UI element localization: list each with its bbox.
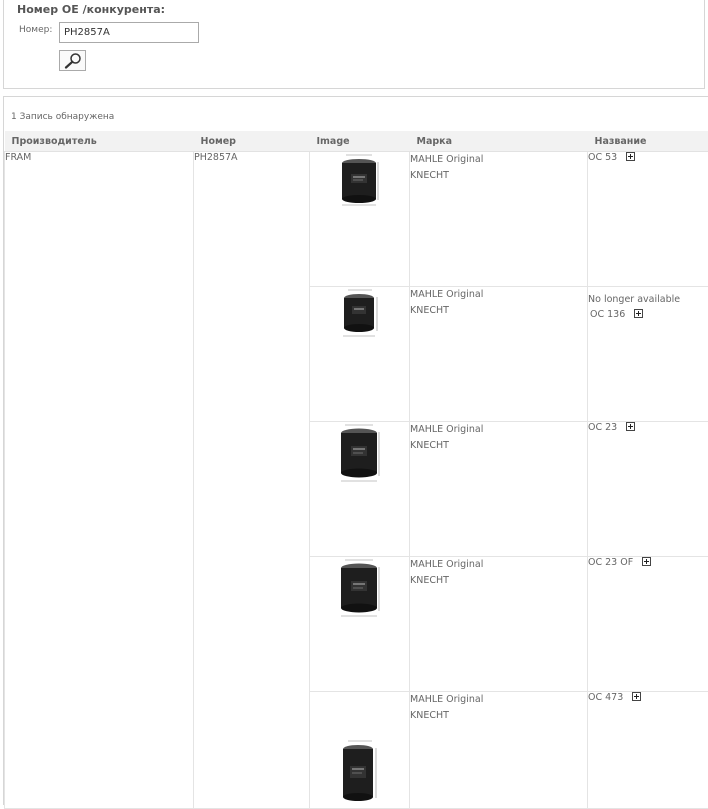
oil-filter-icon [337,557,383,619]
header-number: Номер [194,131,310,152]
brand-cell: MAHLE Original KNECHT [410,422,588,557]
product-image-cell[interactable] [310,152,410,287]
plus-box-icon[interactable] [642,557,651,566]
header-brand: Марка [410,131,588,152]
brand-cell: MAHLE Original KNECHT [410,152,588,287]
results-count: 1 Запись обнаружена [11,112,114,122]
brand-name: MAHLE Original [410,289,483,300]
plus-box-icon[interactable] [626,422,635,431]
oil-filter-icon [340,287,380,339]
number-label: Номер: [19,25,52,35]
plus-box-icon[interactable] [626,152,635,161]
table-row: FRAM PH2857A MAHLE Original [5,152,708,287]
brand-name: MAHLE Original [410,694,483,705]
header-manufacturer: Производитель [5,131,194,152]
brand-sub: KNECHT [410,305,449,316]
product-image-cell[interactable] [310,692,410,809]
number-input[interactable] [59,22,199,43]
brand-cell: MAHLE Original KNECHT [410,557,588,692]
results-table: Производитель Номер Image Марка Название… [4,131,708,809]
name-cell: OC 23 OF [588,557,708,692]
number-cell: PH2857A [194,152,310,809]
header-row: Производитель Номер Image Марка Название [5,131,708,152]
plus-box-icon[interactable] [632,692,641,701]
name-cell: OC 23 [588,422,708,557]
oil-filter-icon [337,422,383,484]
search-panel: Номер ОЕ /конкурента: Номер: [3,0,705,89]
manufacturer-cell: FRAM [5,152,194,809]
name-cell: OC 473 [588,692,708,809]
brand-sub: KNECHT [410,710,449,721]
brand-cell: MAHLE Original KNECHT [410,287,588,422]
product-image-cell[interactable] [310,557,410,692]
brand-cell: MAHLE Original KNECHT [410,692,588,809]
availability-note: No longer available [588,294,708,305]
brand-sub: KNECHT [410,440,449,451]
name-cell: OC 53 [588,152,708,287]
brand-sub: KNECHT [410,170,449,181]
plus-box-icon[interactable] [634,309,643,318]
product-code[interactable]: OC 473 [588,692,623,703]
product-code[interactable]: OC 23 OF [588,557,633,568]
product-code[interactable]: OC 23 [588,422,617,433]
product-code[interactable]: OC 136 [590,309,625,320]
product-code[interactable]: OC 53 [588,152,617,163]
brand-name: MAHLE Original [410,424,483,435]
header-name: Название [588,131,708,152]
product-image-cell[interactable] [310,287,410,422]
search-button[interactable] [59,50,86,71]
search-title: Номер ОЕ /конкурента: [17,3,165,16]
brand-sub: KNECHT [410,575,449,586]
header-image: Image [310,131,410,152]
brand-name: MAHLE Original [410,154,483,165]
name-cell: No longer available OC 136 [588,287,708,422]
brand-name: MAHLE Original [410,559,483,570]
product-image-cell[interactable] [310,422,410,557]
results-panel: 1 Запись обнаружена Производитель Номер … [3,96,708,805]
oil-filter-icon [338,152,382,208]
magnifier-icon [63,52,83,69]
oil-filter-icon [340,738,380,804]
